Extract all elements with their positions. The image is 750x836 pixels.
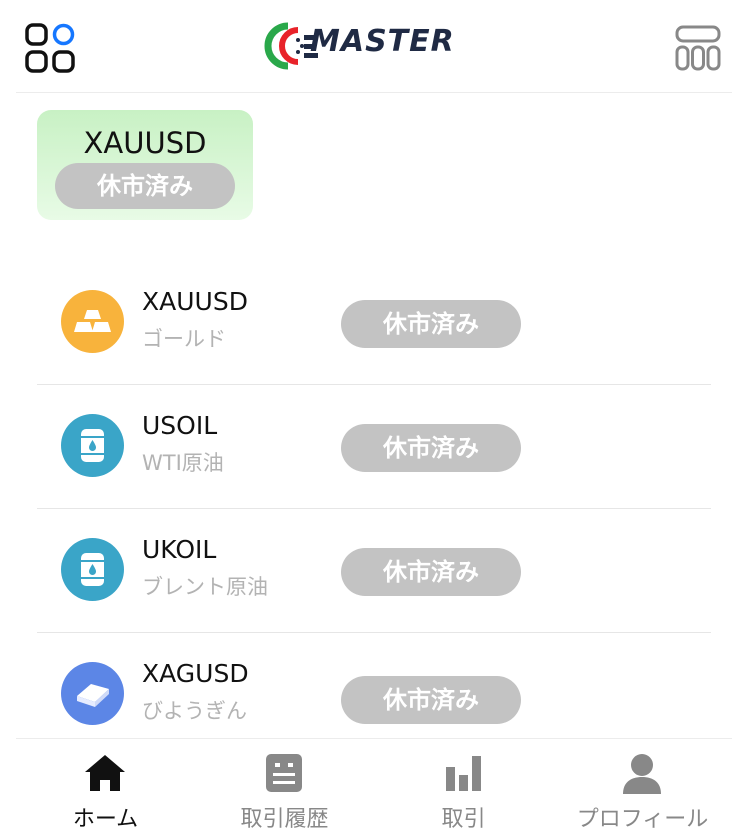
silver-bar-icon [61, 662, 124, 725]
bar-chart-icon [446, 756, 481, 791]
tab-profile[interactable]: プロフィール [553, 739, 732, 836]
tab-home[interactable]: ホーム [16, 739, 195, 836]
oil-barrel-icon [61, 538, 124, 601]
instrument-symbol: USOIL [142, 411, 218, 440]
profile-icon [623, 754, 661, 794]
top-header: MASTER [16, 0, 732, 93]
instrument-row[interactable]: XAUUSD ゴールド 休市済み [37, 260, 711, 385]
instrument-row[interactable]: UKOIL ブレント原油 休市済み [37, 508, 711, 633]
featured-status-badge: 休市済み [55, 163, 235, 209]
instrument-symbol: XAUUSD [142, 287, 248, 316]
market-status-badge: 休市済み [341, 300, 521, 348]
market-status-badge: 休市済み [341, 676, 521, 724]
instrument-row[interactable]: USOIL WTI原油 休市済み [37, 384, 711, 509]
history-list-icon [266, 754, 302, 792]
instrument-symbol: UKOIL [142, 535, 217, 564]
brand-logo: MASTER [258, 20, 480, 72]
ticket-counter-icon[interactable] [674, 24, 722, 72]
instrument-symbol: XAGUSD [142, 659, 249, 688]
tab-history[interactable]: 取引履歴 [195, 739, 374, 836]
home-icon [85, 755, 125, 791]
tab-trade-label: 取引 [441, 807, 486, 832]
tab-history-label: 取引履歴 [240, 807, 329, 832]
market-status-badge: 休市済み [341, 548, 521, 596]
featured-instrument-card[interactable]: XAUUSD 休市済み [37, 110, 253, 220]
tab-profile-label: プロフィール [576, 807, 709, 832]
bottom-tab-bar: ホーム 取引履歴 取引 プロフィール [16, 738, 732, 836]
featured-symbol: XAUUSD [83, 126, 207, 160]
instrument-name: ゴールド [142, 327, 226, 351]
app-screen: MASTER XAUUSD 休市済み XAUUSD ゴールド 休市済み USOI… [16, 0, 732, 836]
instrument-name: ブレント原油 [142, 575, 268, 599]
gold-bars-icon [61, 290, 124, 353]
apps-grid-icon[interactable] [24, 22, 76, 74]
logo-text: MASTER [310, 24, 455, 59]
tab-home-label: ホーム [72, 807, 139, 832]
oil-barrel-icon [61, 414, 124, 477]
instrument-name: WTI原油 [142, 451, 224, 475]
tab-trade[interactable]: 取引 [374, 739, 553, 836]
market-status-badge: 休市済み [341, 424, 521, 472]
instrument-name: びようぎん [142, 699, 247, 723]
